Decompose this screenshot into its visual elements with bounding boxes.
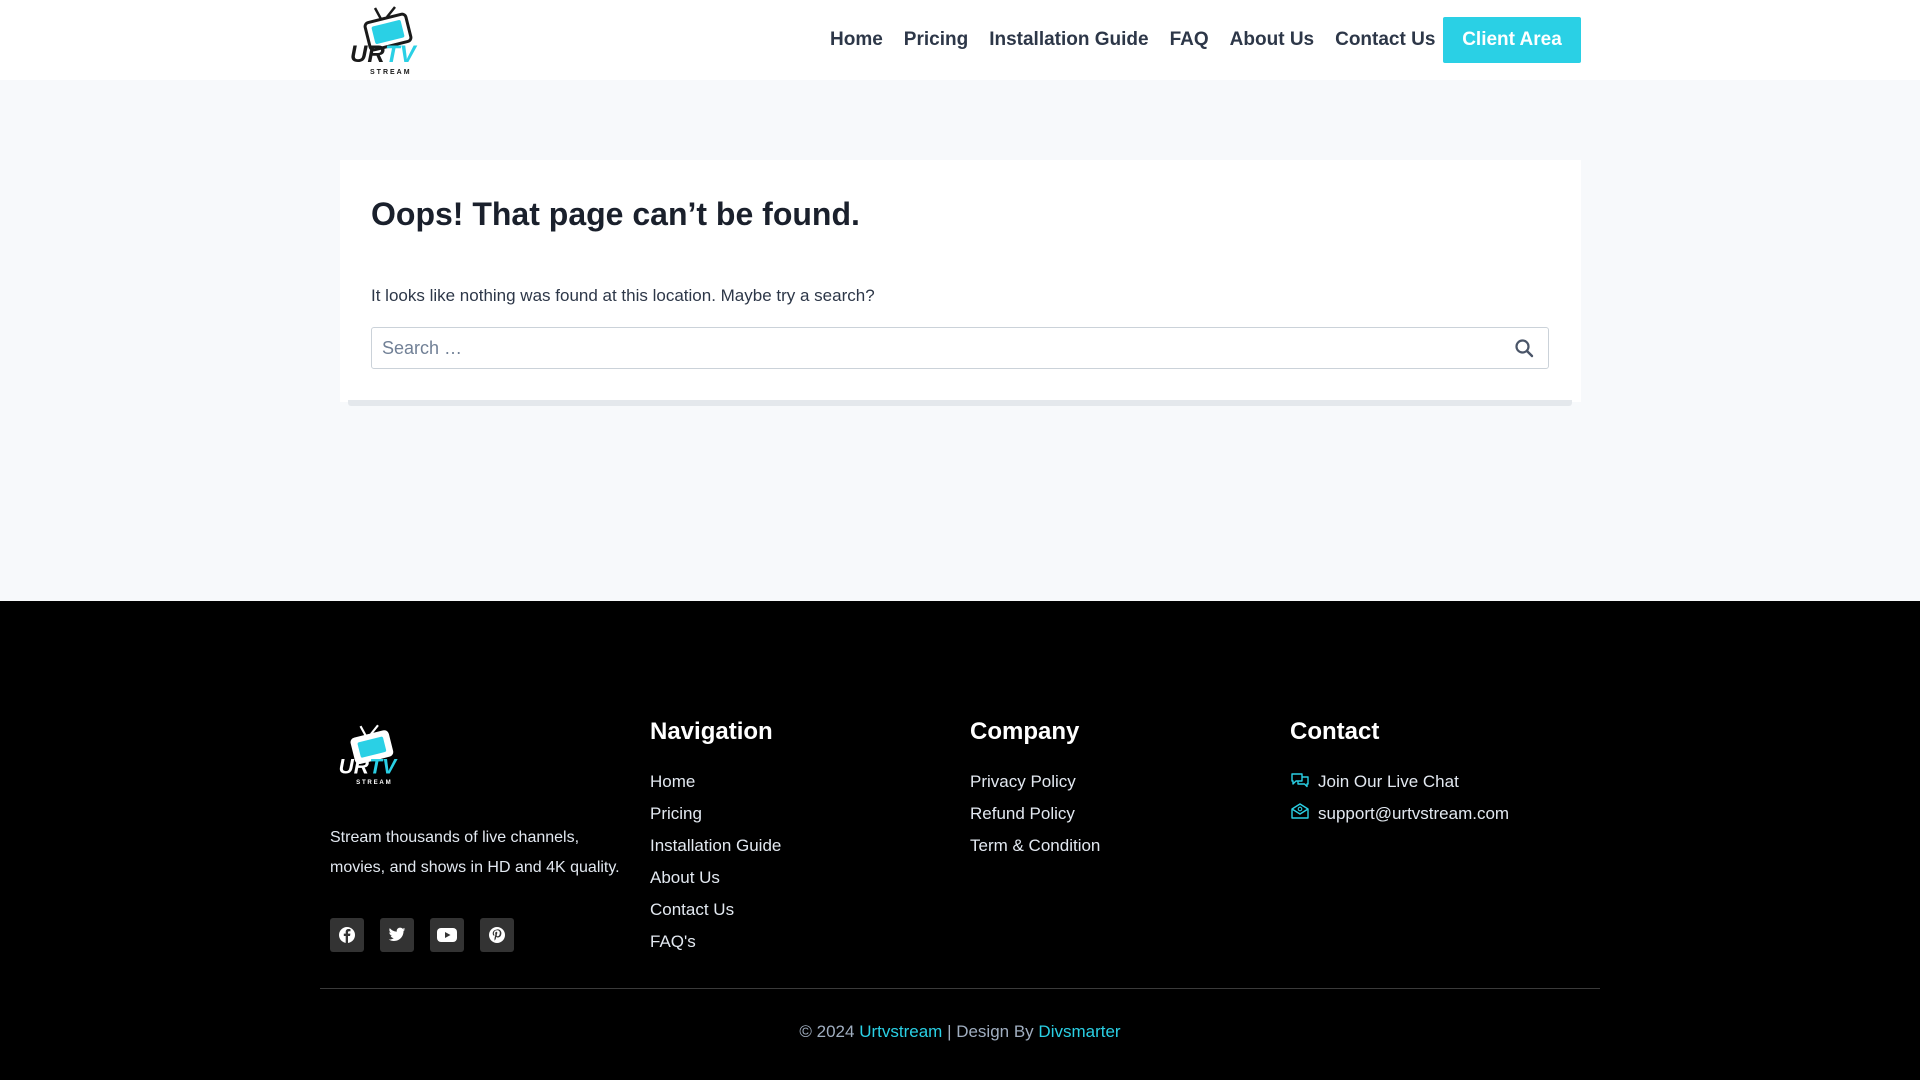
youtube-icon[interactable] xyxy=(430,918,464,952)
footer-link-privacy-policy[interactable]: Privacy Policy xyxy=(970,766,1100,798)
footer-link-terms[interactable]: Term & Condition xyxy=(970,830,1100,862)
svg-text:STREAM: STREAM xyxy=(370,69,412,76)
search-icon[interactable] xyxy=(1514,338,1534,358)
footer-company-heading: Company xyxy=(970,718,1080,745)
nav-pricing[interactable]: Pricing xyxy=(904,29,968,51)
site-header: UR TV STREAM Home Pricing Installation G… xyxy=(0,0,1920,80)
social-links xyxy=(330,918,530,952)
footer-description: Stream thousands of live channels, movie… xyxy=(330,829,620,876)
footer-link-refund-policy[interactable]: Refund Policy xyxy=(970,798,1100,830)
footer-link-pricing[interactable]: Pricing xyxy=(650,798,781,830)
footer-navigation-heading: Navigation xyxy=(650,718,773,745)
svg-text:STREAM: STREAM xyxy=(356,779,392,786)
main-nav: Home Pricing Installation Guide FAQ Abou… xyxy=(830,0,1456,80)
copyright-prefix: © 2024 xyxy=(799,1022,855,1041)
designer-link[interactable]: Divsmarter xyxy=(1038,1022,1120,1041)
brand-link[interactable]: Urtvstream xyxy=(859,1022,942,1041)
live-chat-link[interactable]: Join Our Live Chat xyxy=(1290,766,1509,798)
footer-divider xyxy=(320,988,1600,989)
nav-about-us[interactable]: About Us xyxy=(1230,29,1314,51)
nav-installation-guide[interactable]: Installation Guide xyxy=(989,29,1148,51)
svg-text:TV: TV xyxy=(369,755,398,778)
svg-text:TV: TV xyxy=(385,41,418,68)
chat-icon xyxy=(1290,767,1312,799)
footer-link-about-us[interactable]: About Us xyxy=(650,862,781,894)
copyright-middle: | Design By xyxy=(947,1022,1034,1041)
not-found-message: It looks like nothing was found at this … xyxy=(371,286,875,305)
email-label: support@urtvstream.com xyxy=(1318,804,1510,823)
footer-link-faqs[interactable]: FAQ's xyxy=(650,926,781,958)
twitter-icon[interactable] xyxy=(380,918,414,952)
urtv-logo[interactable]: UR TV STREAM xyxy=(347,6,427,76)
not-found-card: Oops! That page can’t be found. It looks… xyxy=(340,160,1581,402)
site-footer: UR TV STREAM Stream thousands of live ch… xyxy=(0,601,1920,1080)
footer-navigation: Navigation Home Pricing Installation Gui… xyxy=(650,718,781,958)
footer-link-contact-us[interactable]: Contact Us xyxy=(650,894,781,926)
email-link[interactable]: support@urtvstream.com xyxy=(1290,798,1509,830)
live-chat-label: Join Our Live Chat xyxy=(1318,772,1459,791)
pinterest-icon[interactable] xyxy=(480,918,514,952)
facebook-icon[interactable] xyxy=(330,918,364,952)
footer-link-home[interactable]: Home xyxy=(650,766,781,798)
copyright: © 2024 Urtvstream | Design By Divsmarter xyxy=(0,1022,1920,1042)
nav-home[interactable]: Home xyxy=(830,29,883,51)
client-area-button[interactable]: Client Area xyxy=(1443,17,1581,63)
svg-text:UR: UR xyxy=(350,41,385,68)
nav-faq[interactable]: FAQ xyxy=(1170,29,1209,51)
search-form xyxy=(371,327,1549,369)
footer-contact-heading: Contact xyxy=(1290,718,1380,745)
page-title: Oops! That page can’t be found. xyxy=(371,196,860,232)
nav-contact-us[interactable]: Contact Us xyxy=(1335,29,1435,51)
footer-contact: Contact Join Our Live Chat support@urtvs… xyxy=(1290,718,1509,830)
card-divider xyxy=(348,400,1572,406)
footer-link-installation-guide[interactable]: Installation Guide xyxy=(650,830,781,862)
search-input[interactable] xyxy=(372,328,1482,368)
svg-text:UR: UR xyxy=(339,755,370,778)
footer-urtv-logo[interactable]: UR TV STREAM xyxy=(336,724,406,786)
footer-company: Company Privacy Policy Refund Policy Ter… xyxy=(970,718,1100,862)
email-icon xyxy=(1290,799,1312,831)
